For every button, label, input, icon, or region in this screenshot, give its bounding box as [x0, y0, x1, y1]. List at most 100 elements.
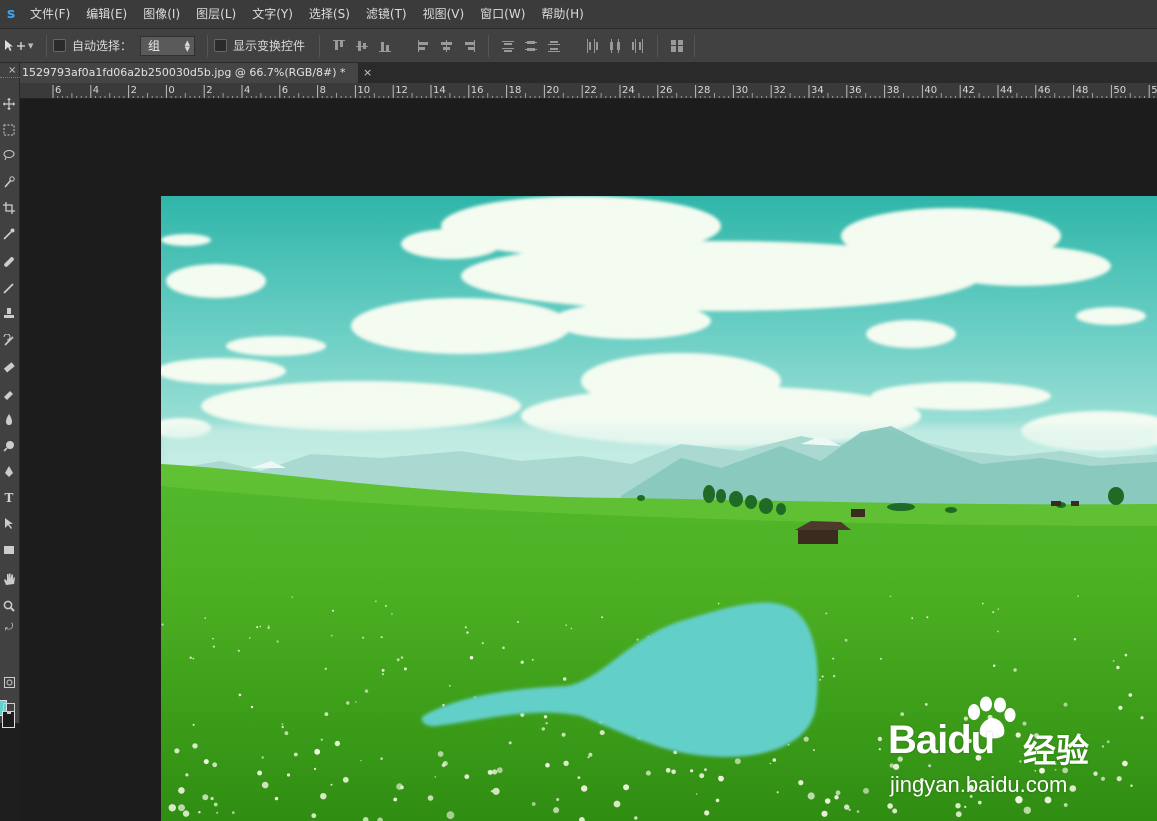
flower: [448, 684, 451, 687]
flower: [807, 792, 815, 800]
rectangle-tool-icon[interactable]: [0, 539, 18, 561]
menu-help[interactable]: 帮助(H): [533, 0, 591, 28]
menu-file[interactable]: 文件(F): [22, 0, 78, 28]
distribute-right-icon[interactable]: [631, 38, 645, 54]
marquee-tool-icon[interactable]: [0, 119, 18, 141]
align-left-icon[interactable]: [416, 38, 430, 54]
options-bar: ▼ 自动选择： 组 ▲ ▼ 显示变换控件: [0, 28, 1157, 63]
close-icon[interactable]: ×: [363, 63, 372, 83]
horizontal-ruler[interactable]: 6 4 2 0 2 4 6 8 10 12 14 16 18 20 22 24 26 28 30 32 34 36 38 40…: [20, 83, 1157, 99]
flower: [892, 808, 898, 814]
flower: [556, 798, 560, 801]
eyedropper-tool-icon[interactable]: [0, 223, 18, 245]
clone-stamp-tool-icon[interactable]: [0, 303, 18, 325]
blur-tool-icon[interactable]: [0, 409, 18, 431]
menu-edit[interactable]: 编辑(E): [78, 0, 135, 28]
ruler-label: 14: [433, 85, 446, 96]
flower: [997, 630, 999, 633]
auto-select-target-dropdown[interactable]: 组 ▲ ▼: [140, 35, 196, 56]
ruler-label: 10: [357, 85, 370, 96]
divider: [319, 34, 321, 57]
flower: [313, 767, 317, 771]
flower: [769, 762, 772, 765]
lasso-tool-icon[interactable]: [0, 144, 18, 166]
eraser-tool-icon[interactable]: [0, 356, 18, 378]
flower: [824, 798, 831, 804]
dropdown-arrows-icon: ▲ ▼: [184, 38, 191, 53]
flower: [403, 667, 407, 671]
quick-selection-tool-icon[interactable]: [0, 171, 18, 193]
move-tool-preset-picker[interactable]: ▼: [0, 39, 40, 53]
flower: [863, 787, 869, 794]
flower: [563, 760, 569, 766]
flower: [396, 658, 400, 662]
move-tool-icon[interactable]: [0, 93, 18, 115]
flower: [178, 787, 185, 794]
gradient-tool-icon[interactable]: [0, 383, 18, 405]
crop-tool-icon[interactable]: [0, 197, 18, 219]
brush-tool-icon[interactable]: [0, 277, 18, 299]
distribute-bottom-icon[interactable]: [547, 38, 561, 54]
flower: [531, 658, 534, 661]
menu-filter[interactable]: 滤镜(T): [358, 0, 415, 28]
flower: [601, 616, 604, 619]
align-right-icon[interactable]: [462, 38, 476, 54]
flower: [545, 722, 548, 725]
healing-brush-tool-icon[interactable]: [0, 251, 18, 273]
pen-tool-icon[interactable]: [0, 461, 18, 483]
flower: [844, 638, 848, 642]
menu-view[interactable]: 视图(V): [415, 0, 473, 28]
menu-image[interactable]: 图像(I): [135, 0, 188, 28]
auto-align-layers-icon[interactable]: [670, 38, 685, 54]
dodge-tool-icon[interactable]: [0, 435, 18, 457]
flower: [964, 805, 967, 809]
zoom-tool-icon[interactable]: [0, 595, 18, 617]
flower: [437, 751, 444, 757]
show-transform-checkbox[interactable]: [214, 39, 228, 52]
tools-panel: × T ⤾: [0, 63, 20, 728]
document-tab[interactable]: 1529793af0a1fd06a2b250030d5b.jpg @ 66.7%…: [20, 63, 358, 83]
auto-select-checkbox[interactable]: [53, 39, 66, 52]
type-tool-icon[interactable]: T: [0, 487, 18, 509]
divider: [694, 34, 696, 57]
panel-close-icon[interactable]: ×: [8, 65, 16, 76]
flower: [342, 776, 349, 783]
quick-mask-icon[interactable]: [0, 671, 18, 693]
flower: [911, 617, 914, 620]
history-brush-tool-icon[interactable]: [0, 329, 18, 351]
flower: [955, 803, 961, 809]
flower: [813, 749, 815, 751]
flower: [848, 808, 851, 811]
distribute-hcenter-icon[interactable]: [608, 38, 622, 54]
distribute-vcenter-icon[interactable]: [524, 38, 538, 54]
screen-mode-icon[interactable]: [0, 697, 18, 719]
panel-grip[interactable]: [0, 77, 20, 80]
auto-select-label: 自动选择：: [72, 39, 133, 53]
flower: [204, 617, 206, 619]
document-tab-bar: 1529793af0a1fd06a2b250030d5b.jpg @ 66.7%…: [20, 63, 1157, 83]
menu-layer[interactable]: 图层(L): [188, 0, 244, 28]
flower: [281, 723, 284, 725]
flower: [286, 773, 291, 777]
flower: [446, 811, 455, 819]
flower: [570, 627, 573, 630]
path-selection-tool-icon[interactable]: [0, 513, 18, 535]
flower: [355, 701, 357, 703]
align-bottom-icon[interactable]: [378, 38, 392, 54]
align-hcenter-icon[interactable]: [439, 38, 453, 54]
hand-tool-icon[interactable]: [0, 568, 18, 590]
menu-type[interactable]: 文字(Y): [244, 0, 301, 28]
flower: [381, 668, 385, 672]
distribute-top-icon[interactable]: [501, 38, 515, 54]
menu-select[interactable]: 选择(S): [301, 0, 358, 28]
flower: [1013, 668, 1017, 672]
swap-colors-icon[interactable]: ⤾: [0, 616, 18, 638]
flower: [314, 748, 321, 755]
menu-window[interactable]: 窗口(W): [472, 0, 533, 28]
flower: [588, 752, 593, 757]
flower: [577, 776, 581, 779]
align-vcenter-icon[interactable]: [355, 38, 369, 54]
align-top-icon[interactable]: [332, 38, 346, 54]
distribute-left-icon[interactable]: [585, 38, 599, 54]
flower: [993, 664, 996, 667]
